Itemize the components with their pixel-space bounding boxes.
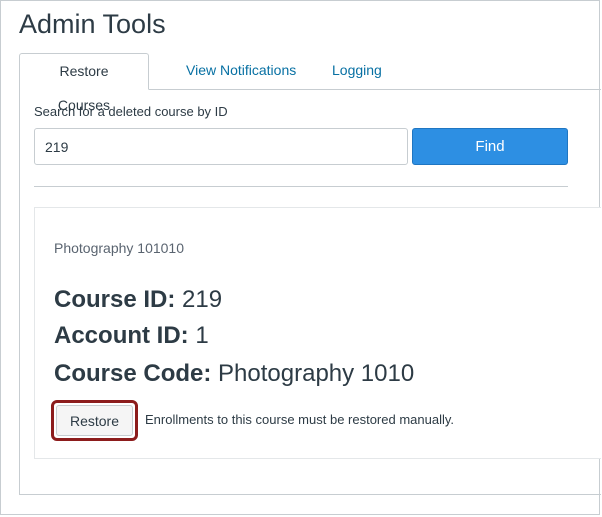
- course-id-value: 219: [182, 286, 223, 313]
- account-id-label: Account ID:: [54, 322, 189, 349]
- search-label: Search for a deleted course by ID: [34, 104, 228, 119]
- course-code-row: Course Code: Photography 1010: [54, 360, 414, 388]
- find-button[interactable]: Find: [412, 128, 568, 165]
- tab-logging[interactable]: Logging: [318, 53, 396, 89]
- course-id-row: Course ID: 219: [54, 286, 222, 314]
- course-id-search-input[interactable]: [34, 128, 408, 165]
- course-name: Photography 101010: [54, 240, 184, 256]
- course-code-value: Photography 1010: [218, 360, 415, 387]
- restore-note: Enrollments to this course must be resto…: [145, 412, 455, 427]
- divider: [34, 186, 568, 187]
- tab-view-notifications[interactable]: View Notifications: [172, 53, 310, 89]
- account-id-value: 1: [195, 322, 209, 349]
- restore-button[interactable]: Restore: [56, 405, 133, 436]
- page-title: Admin Tools: [19, 9, 166, 39]
- tab-restore-courses[interactable]: Restore Courses: [19, 53, 149, 113]
- account-id-row: Account ID: 1: [54, 322, 209, 350]
- course-id-label: Course ID:: [54, 286, 176, 313]
- course-code-label: Course Code:: [54, 360, 212, 387]
- restore-highlight: Restore: [51, 400, 138, 441]
- tab-bar: Restore Courses View Notifications Loggi…: [19, 53, 601, 113]
